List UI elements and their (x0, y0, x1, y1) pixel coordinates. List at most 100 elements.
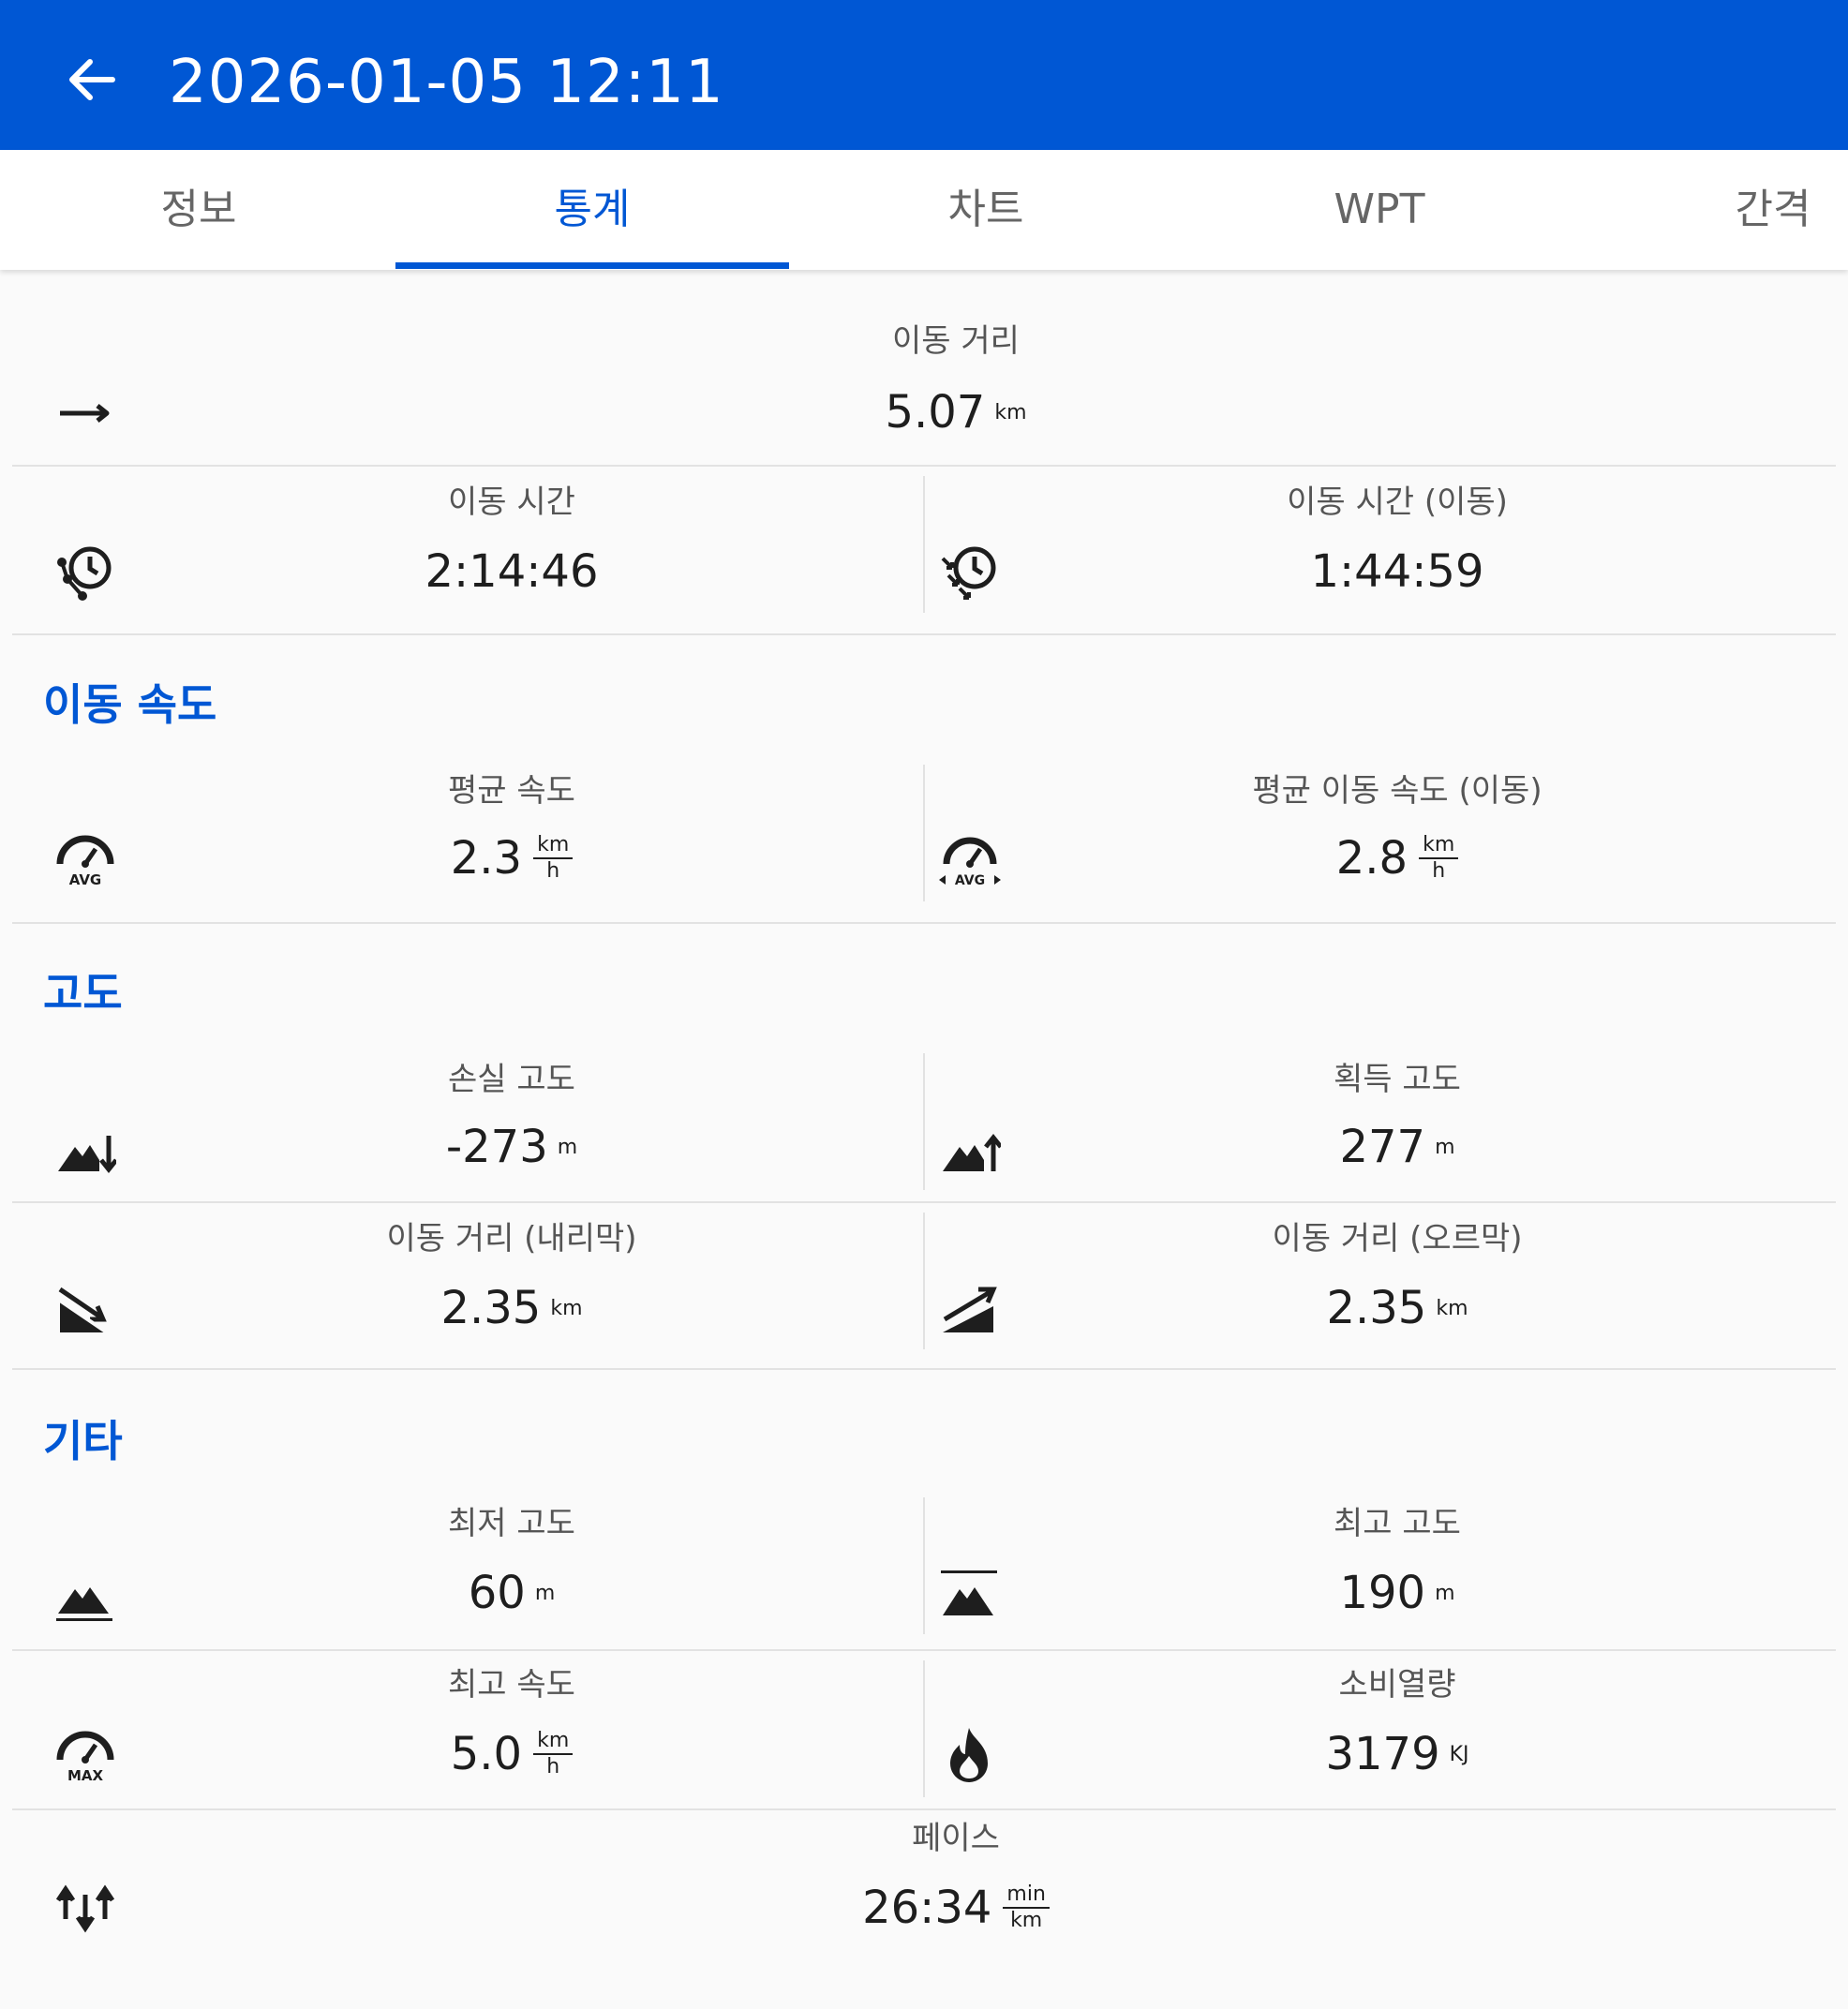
elevation-gain-unit: m (1435, 1135, 1455, 1159)
flame-icon (950, 1728, 988, 1782)
divider (12, 1368, 1836, 1370)
back-button[interactable] (58, 47, 124, 112)
uphill-icon (943, 1287, 997, 1332)
uphill-distance-value: 2.35 km (923, 1280, 1848, 1336)
tab-indicator (395, 262, 789, 269)
divider (12, 1808, 1836, 1810)
pace-number: 26:34 (862, 1882, 992, 1934)
tab-info[interactable]: 정보 (2, 150, 395, 270)
moving-time-value: 2:14:46 (0, 543, 1023, 600)
uphill-distance-unit: km (1436, 1296, 1468, 1320)
pace-label: 페이스 (912, 1820, 1000, 1857)
avg-speed-value: 2.3 km h (0, 830, 1023, 886)
arrow-back-icon (69, 59, 115, 100)
uphill-distance-label: 이동 거리 (오르막) (1272, 1220, 1523, 1257)
unit-numerator: km (533, 1729, 574, 1755)
unit-numerator: min (1003, 1883, 1050, 1909)
downhill-distance-number: 2.35 (440, 1282, 542, 1334)
avg-moving-speed-unit: km h (1419, 833, 1459, 884)
section-title-other: 기타 (43, 1416, 123, 1466)
elevation-loss-label: 손실 고도 (448, 1061, 575, 1098)
max-altitude-value: 190 m (923, 1565, 1848, 1621)
avg-moving-speed-label: 평균 이동 속도 (이동) (1252, 772, 1542, 810)
unit-denominator: h (546, 859, 560, 883)
divider (12, 633, 1836, 635)
avg-moving-speed-number: 2.8 (1335, 832, 1408, 885)
arrow-right-icon (60, 404, 110, 423)
max-badge-text: MAX (67, 1767, 104, 1784)
uphill-distance-number: 2.35 (1326, 1282, 1427, 1334)
distance-label: 이동 거리 (892, 322, 1020, 360)
max-altitude-label: 최고 고도 (1334, 1505, 1461, 1542)
downhill-distance-value: 2.35 km (0, 1280, 1023, 1336)
elevation-loss-unit: m (557, 1135, 578, 1159)
calories-label: 소비열량 (1338, 1666, 1456, 1704)
min-altitude-unit: m (534, 1581, 556, 1605)
distance-value: 5.07 km (0, 384, 1848, 440)
downhill-distance-unit: km (550, 1296, 583, 1320)
downhill-icon (58, 1287, 109, 1334)
pace-unit: min km (1003, 1883, 1050, 1933)
elevation-gain-icon (943, 1133, 1001, 1171)
section-title-speed: 이동 속도 (43, 679, 217, 730)
max-altitude-icon (941, 1570, 997, 1615)
tab-wpt[interactable]: WPT (1183, 150, 1576, 270)
unit-denominator: km (1010, 1909, 1043, 1932)
max-speed-value: 5.0 km h (0, 1726, 1023, 1782)
unit-numerator: km (1419, 833, 1459, 859)
speedometer-max-icon: MAX (56, 1731, 114, 1784)
moving-time-number: 2:14:46 (425, 545, 599, 598)
moving-time-label: 이동 시간 (448, 484, 575, 521)
calories-value: 3179 KJ (923, 1726, 1848, 1782)
clock-arrows-icon (941, 546, 996, 600)
pace-value: 26:34 min km (0, 1880, 1848, 1936)
speedometer-avg-icon: AVG (56, 835, 114, 888)
max-speed-unit: km h (533, 1729, 574, 1779)
elevation-loss-icon (58, 1136, 116, 1174)
unit-denominator: h (546, 1755, 560, 1778)
tab-interval[interactable]: 간격 (1576, 150, 1848, 270)
avg-badge-text: AVG (69, 871, 102, 888)
max-altitude-unit: m (1435, 1581, 1455, 1605)
calories-unit: KJ (1449, 1742, 1469, 1766)
divider (12, 922, 1836, 924)
unit-denominator: h (1432, 859, 1446, 883)
calories-number: 3179 (1325, 1728, 1440, 1780)
elevation-gain-number: 277 (1339, 1121, 1426, 1173)
max-speed-number: 5.0 (450, 1728, 523, 1780)
elevation-loss-number: -273 (445, 1121, 548, 1173)
avg-speed-number: 2.3 (450, 832, 523, 885)
divider (12, 1201, 1836, 1203)
elevation-loss-value: -273 m (0, 1119, 1023, 1175)
distance-unit: km (994, 400, 1027, 424)
page-title: 2026-01-05 12:11 (169, 48, 724, 117)
clock-path-icon (57, 546, 112, 601)
section-title-elevation: 고도 (43, 968, 123, 1019)
pace-arrows-icon (55, 1884, 115, 1933)
min-altitude-icon (56, 1587, 112, 1621)
max-altitude-number: 190 (1339, 1567, 1426, 1619)
tab-statistics[interactable]: 통계 (395, 150, 789, 270)
moving-time-moving-value: 1:44:59 (923, 543, 1848, 600)
downhill-distance-label: 이동 거리 (내리막) (386, 1220, 637, 1257)
tab-chart[interactable]: 차트 (789, 150, 1183, 270)
avg-speed-unit: km h (533, 833, 574, 884)
speedometer-avg-moving-icon: AVG (939, 837, 1001, 888)
divider (12, 465, 1836, 467)
divider (12, 1649, 1836, 1651)
avg-moving-badge-text: AVG (955, 873, 985, 888)
avg-moving-speed-value: 2.8 km h (923, 830, 1848, 886)
min-altitude-number: 60 (468, 1567, 526, 1619)
elevation-gain-label: 획득 고도 (1334, 1061, 1461, 1098)
max-speed-label: 최고 속도 (448, 1666, 575, 1704)
distance-number: 5.07 (885, 386, 986, 439)
unit-numerator: km (533, 833, 574, 859)
min-altitude-label: 최저 고도 (448, 1505, 575, 1542)
tab-bar: 정보 통계 차트 WPT 간격 (0, 150, 1848, 270)
avg-speed-label: 평균 속도 (448, 772, 575, 810)
elevation-gain-value: 277 m (923, 1119, 1848, 1175)
app-bar: 2026-01-05 12:11 (0, 0, 1848, 150)
min-altitude-value: 60 m (0, 1565, 1023, 1621)
moving-time-moving-number: 1:44:59 (1310, 545, 1484, 598)
moving-time-moving-label: 이동 시간 (이동) (1287, 484, 1508, 521)
